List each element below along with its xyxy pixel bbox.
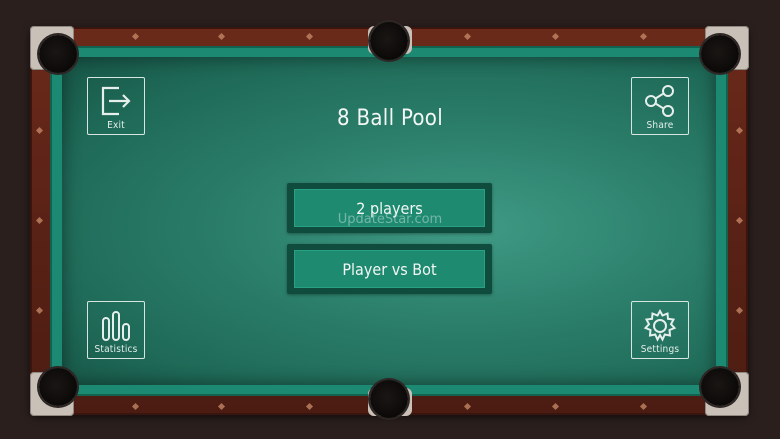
two-players-button[interactable]: 2 players bbox=[287, 183, 492, 233]
gear-icon bbox=[643, 308, 677, 342]
statistics-icon bbox=[102, 311, 130, 341]
pocket-top-middle bbox=[370, 22, 408, 60]
player-vs-bot-label: Player vs Bot bbox=[294, 250, 485, 288]
pocket-bottom-left bbox=[39, 368, 77, 406]
pocket-bottom-right bbox=[701, 368, 739, 406]
player-vs-bot-button[interactable]: Player vs Bot bbox=[287, 244, 492, 294]
pocket-bottom-middle bbox=[370, 380, 408, 418]
statistics-button[interactable]: Statistics bbox=[87, 301, 145, 359]
pocket-top-right bbox=[701, 35, 739, 73]
statistics-label: Statistics bbox=[94, 344, 138, 355]
game-title: 8 Ball Pool bbox=[336, 106, 444, 131]
two-players-label: 2 players bbox=[294, 189, 485, 227]
settings-label: Settings bbox=[640, 344, 680, 355]
pocket-top-left bbox=[39, 35, 77, 73]
pool-table-scene: Exit Share Statistics Settings 8 Ball Po… bbox=[0, 0, 780, 439]
settings-button[interactable]: Settings bbox=[631, 301, 689, 359]
